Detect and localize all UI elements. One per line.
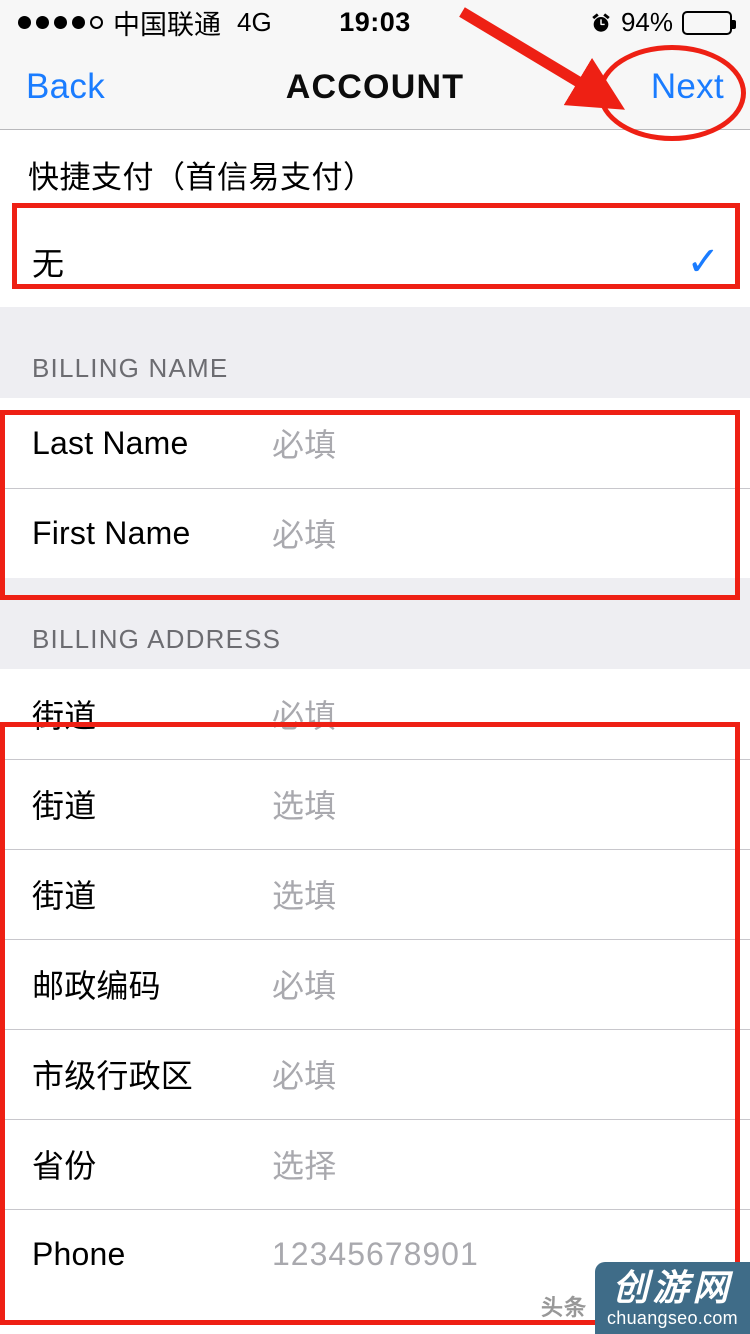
first-name-input[interactable]: 必填 xyxy=(272,510,336,556)
account-form: 快捷支付（首信易支付） 无 ✓ BILLING NAME Last Name 必… xyxy=(0,130,750,1299)
first-name-label: First Name xyxy=(32,514,191,551)
battery-icon xyxy=(682,10,736,35)
first-name-row[interactable]: First Name 必填 xyxy=(0,488,750,578)
navigation-bar: Back ACCOUNT Next xyxy=(0,45,750,130)
payment-method-row-none[interactable]: 无 ✓ xyxy=(0,217,750,307)
billing-name-section-header: BILLING NAME xyxy=(0,307,750,398)
last-name-label: Last Name xyxy=(32,424,189,461)
watermark-logo: 创游网 chuangseo.com xyxy=(595,1262,750,1334)
last-name-row[interactable]: Last Name 必填 xyxy=(0,398,750,488)
street-input-1[interactable]: 必填 xyxy=(272,691,336,737)
billing-address-group: 街道 必填 街道 选填 街道 选填 邮政编码 必填 市级行政区 必填 省份 选择… xyxy=(0,669,750,1299)
province-select[interactable]: 选择 xyxy=(272,1141,336,1187)
next-button[interactable]: Next xyxy=(651,67,724,107)
quick-pay-group-title: 快捷支付（首信易支付） xyxy=(0,130,750,217)
street-label-3: 街道 xyxy=(32,878,97,914)
phone-input[interactable]: 12345678901 xyxy=(272,1236,479,1273)
street-input-3[interactable]: 选填 xyxy=(272,871,336,917)
checkmark-icon: ✓ xyxy=(686,240,720,284)
payment-method-label: 无 xyxy=(32,246,65,282)
street-input-2[interactable]: 选填 xyxy=(272,781,336,827)
city-label: 市级行政区 xyxy=(32,1058,194,1094)
watermark-url: chuangseo.com xyxy=(607,1307,738,1328)
province-label: 省份 xyxy=(32,1148,97,1184)
quick-pay-group: 无 ✓ xyxy=(0,217,750,307)
postal-code-input[interactable]: 必填 xyxy=(272,961,336,1007)
back-button[interactable]: Back xyxy=(26,67,105,107)
street-row-3[interactable]: 街道 选填 xyxy=(0,849,750,939)
last-name-input[interactable]: 必填 xyxy=(272,420,336,466)
postal-code-row[interactable]: 邮政编码 必填 xyxy=(0,939,750,1029)
street-row-2[interactable]: 街道 选填 xyxy=(0,759,750,849)
province-row[interactable]: 省份 选择 xyxy=(0,1119,750,1209)
status-bar: 中国联通 4G 19:03 94% xyxy=(0,0,750,45)
watermark-brand: 创游网 xyxy=(612,1266,733,1309)
postal-code-label: 邮政编码 xyxy=(32,968,161,1004)
status-bar-clock: 19:03 xyxy=(339,7,411,37)
watermark-ghost-text: 头条 xyxy=(540,1296,587,1321)
phone-label: Phone xyxy=(32,1235,126,1272)
city-row[interactable]: 市级行政区 必填 xyxy=(0,1029,750,1119)
street-row-1[interactable]: 街道 必填 xyxy=(0,669,750,759)
city-input[interactable]: 必填 xyxy=(272,1051,336,1097)
street-label-1: 街道 xyxy=(32,698,97,734)
billing-address-section-header: BILLING ADDRESS xyxy=(0,578,750,669)
billing-name-group: Last Name 必填 First Name 必填 xyxy=(0,398,750,578)
page-title: ACCOUNT xyxy=(285,67,465,106)
street-label-2: 街道 xyxy=(32,788,97,824)
